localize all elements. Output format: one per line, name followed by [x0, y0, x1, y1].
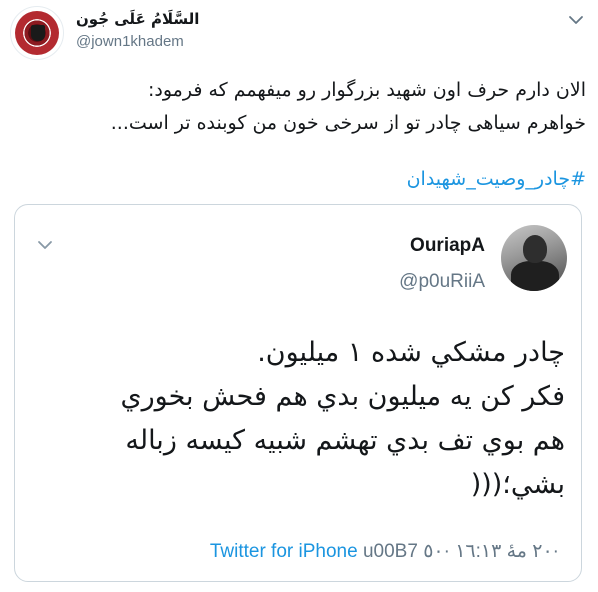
- tweet-source-link[interactable]: Twitter for iPhone: [210, 541, 358, 562]
- quoted-text-line: فکر کن يه ميليون بدي هم فحش بخوري: [120, 381, 565, 412]
- author-display-name[interactable]: السَّلَامُ عَلَى جُون: [76, 10, 199, 28]
- quoted-tweet-text: چادر مشکي شده ١ ميليون. فکر کن يه ميليون…: [35, 331, 565, 507]
- tweet-text-line: خواهرم سیاهی چادر تو از سرخی خون من کوبن…: [110, 112, 586, 134]
- hashtag-link[interactable]: #چادر_وصیت_شهیدان: [407, 168, 586, 190]
- avatar-emblem: [31, 25, 45, 41]
- quoted-text-line: هم بوي تف بدي تهشم شبيه کيسه زباله: [125, 425, 565, 456]
- tweet-text: الان دارم حرف اون شهید بزرگوار رو میفهمم…: [16, 74, 586, 140]
- quoted-author-display-name[interactable]: OuriapA: [410, 235, 485, 257]
- tweet: السَّلَامُ عَلَى جُون @jown1khadem الان …: [0, 0, 598, 592]
- quoted-text-line: چادر مشکي شده ١ ميليون.: [257, 337, 565, 368]
- quoted-author-avatar[interactable]: [501, 225, 567, 291]
- quoted-tweet-footer: Twitter for iPhone u00B7 ٢٠ مهٔ ١٦:١٣ ·٥…: [210, 540, 559, 563]
- chevron-down-icon[interactable]: [37, 239, 53, 251]
- tweet-timestamp[interactable]: u00B7 ٢٠ مهٔ ١٦:١٣ ·٥٠·: [363, 541, 559, 562]
- avatar-figure-head: [523, 235, 547, 263]
- author-avatar[interactable]: [10, 6, 64, 60]
- tweet-text-line: الان دارم حرف اون شهید بزرگوار رو میفهمم…: [148, 79, 586, 101]
- quoted-text-line: بشي؛(((: [470, 469, 565, 500]
- avatar-figure-body: [511, 261, 559, 291]
- quoted-author-handle[interactable]: @p0uRiiA: [399, 271, 485, 293]
- chevron-down-icon[interactable]: [568, 14, 584, 26]
- quoted-tweet-card[interactable]: OuriapA @p0uRiiA چادر مشکي شده ١ ميليون.…: [14, 204, 582, 582]
- author-handle[interactable]: @jown1khadem: [76, 33, 184, 50]
